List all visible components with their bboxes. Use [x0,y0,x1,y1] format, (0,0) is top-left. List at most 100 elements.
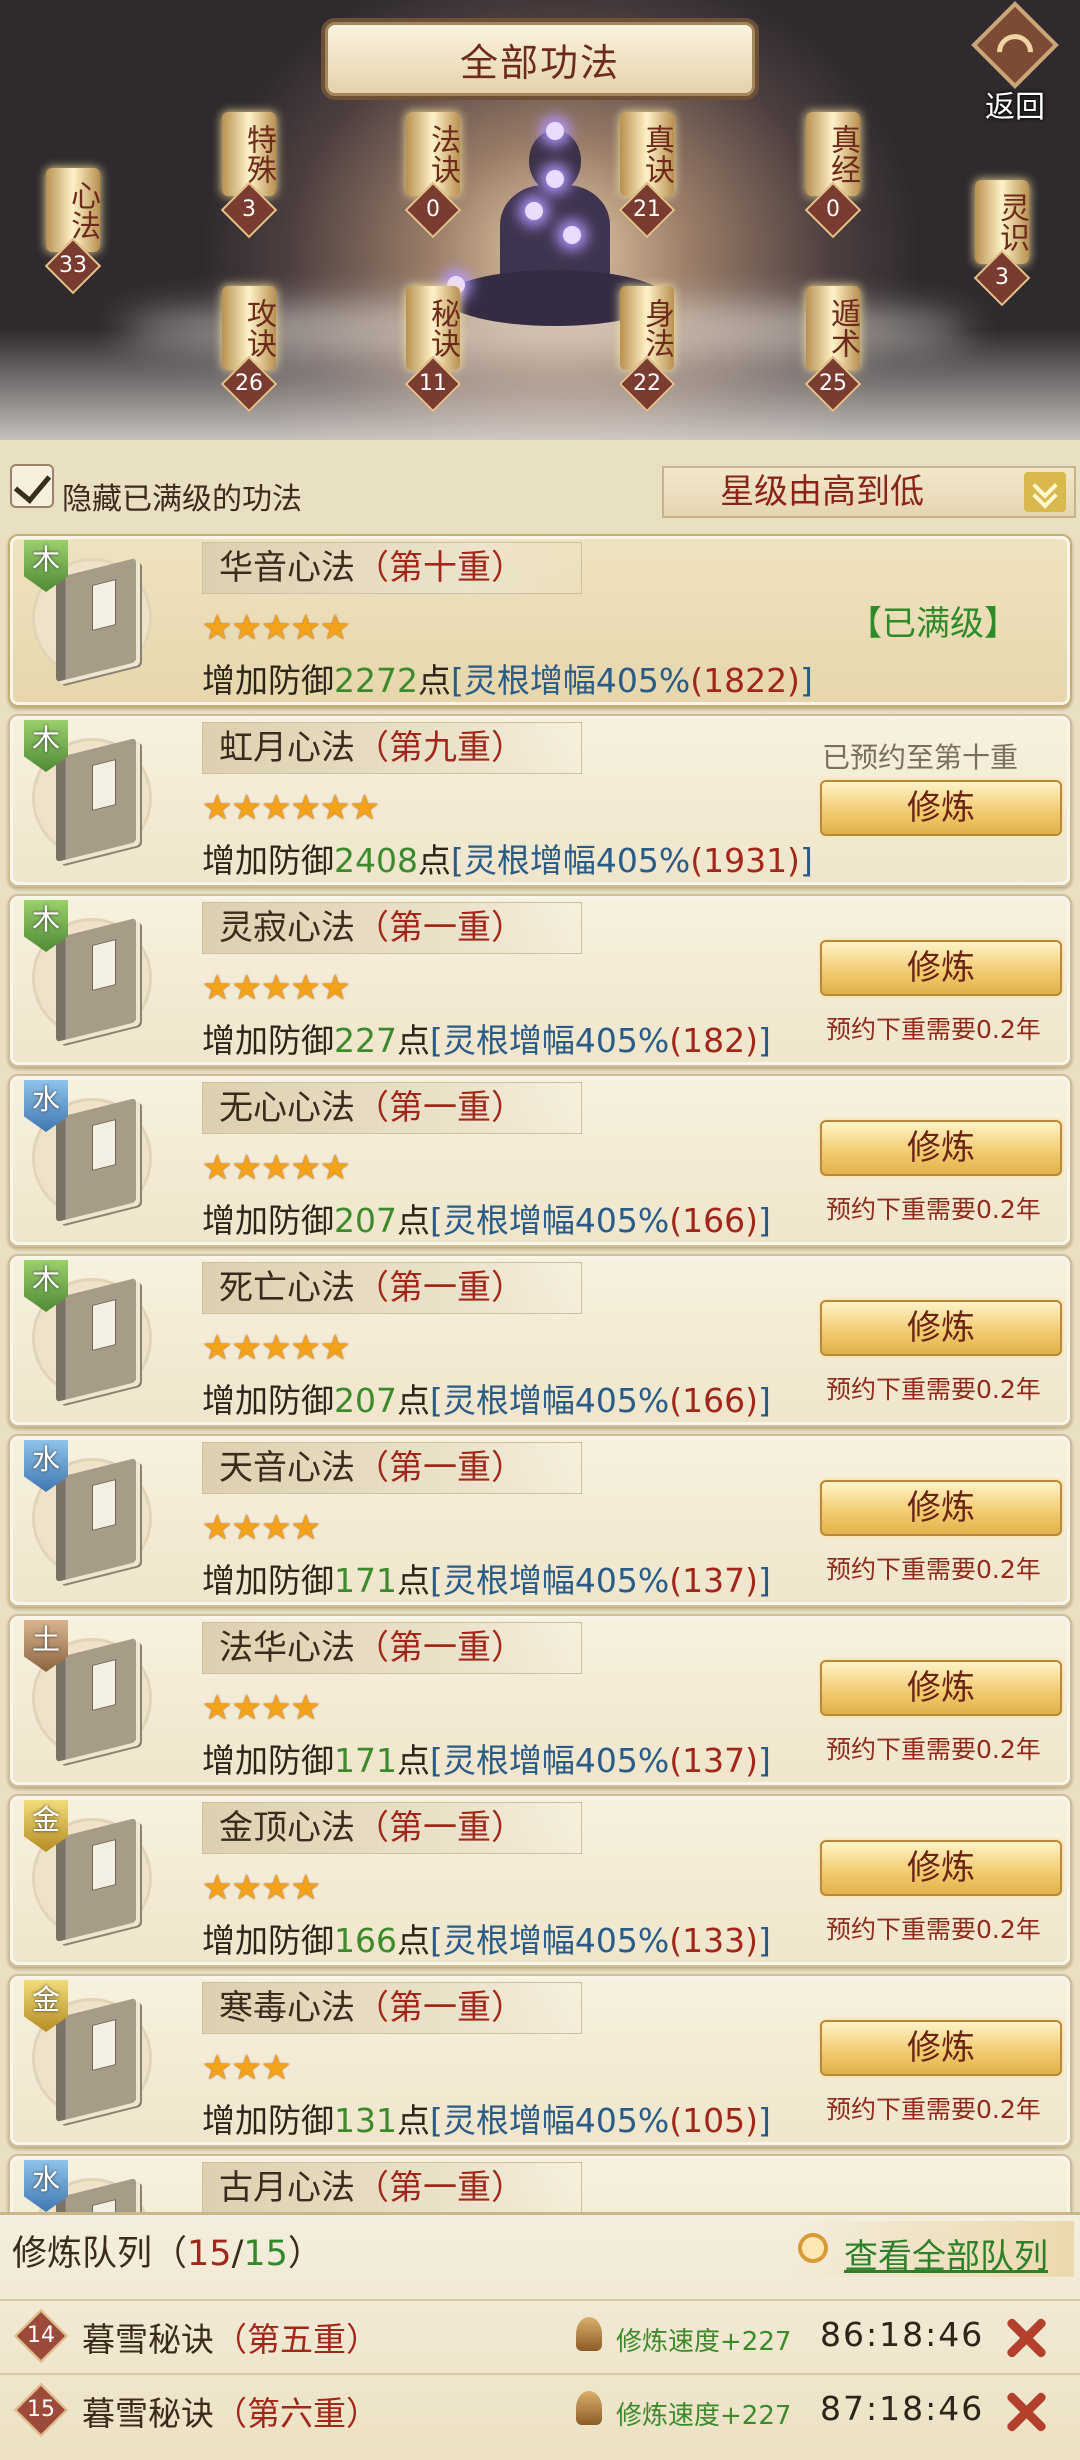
category-tab-mijue[interactable]: 秘诀 11 [404,286,462,413]
reserved-note: 已预约至第十重 [822,741,1019,774]
reserve-time-note: 预约下重需要0.2年 [826,1555,1041,1584]
category-tab-gongjue[interactable]: 攻诀 26 [220,286,278,413]
skill-card[interactable]: 木死亡心法（第一重） ★★★★★ 增加防御207点[灵根增幅405%(166)] 修炼… [8,1254,1072,1427]
category-tab-shenfa[interactable]: 身法 22 [618,286,676,413]
star-icon: ★ [260,2048,292,2088]
reserve-time-note: 预约下重需要0.2年 [826,1195,1041,1224]
train-button[interactable]: 修炼 [820,2020,1062,2076]
star-icon: ★ [290,1328,321,1368]
star-icon: ★ [231,1688,262,1728]
queue-item-speed: 修炼速度+227 [616,2327,792,2357]
star-icon: ★ [290,1688,321,1728]
train-button[interactable]: 修炼 [820,1660,1062,1716]
category-tab-dunshu[interactable]: 遁术 25 [804,286,862,413]
star-rating: ★★★★★ [202,1328,351,1368]
star-icon: ★ [290,1148,321,1188]
skill-effect: 增加防御171点[灵根增幅405%(137)] [202,1561,771,1600]
skill-card[interactable]: 木灵寂心法（第一重） ★★★★★ 增加防御227点[灵根增幅405%(182)] 修炼… [8,894,1072,1067]
skill-card[interactable]: 水天音心法（第一重） ★★★★ 增加防御171点[灵根增幅405%(137)] 修炼预… [8,1434,1072,1607]
star-rating: ★★★★★ [202,608,351,648]
star-icon: ★ [202,1508,233,1548]
incense-icon [576,2317,602,2351]
skill-card[interactable]: 水无心心法（第一重） ★★★★★ 增加防御207点[灵根增幅405%(166)] 修炼… [8,1074,1072,1247]
hide-maxed-checkbox[interactable] [10,464,54,508]
page-title: 全部功法 [325,22,755,96]
star-rating: ★★★★★★ [202,788,380,828]
skill-name: 虹月心法（第九重） [202,722,582,774]
star-rating: ★★★★ [202,1868,321,1908]
queue-item-time: 87:18:46 [820,2389,985,2428]
queue-item: 14 暮雪秘诀（第五重） 修炼速度+227 86:18:46 [0,2299,1080,2369]
star-icon: ★ [202,1148,233,1188]
filter-bar: 隐藏已满级的功法 星级由高到低 [0,452,1080,534]
star-icon: ★ [260,1328,292,1368]
star-rating: ★★★ [202,2048,292,2088]
reserve-time-note: 预约下重需要0.2年 [826,1735,1041,1764]
star-rating: ★★★★★ [202,968,350,1008]
cancel-icon[interactable] [1000,2313,1050,2363]
star-rating: ★★★★ [202,1688,321,1728]
skill-list[interactable]: 木华音心法（第十重） ★★★★★ 增加防御2272点[灵根增幅405%(1822)]… [0,530,1080,2220]
back-icon [971,1,1059,89]
skill-card[interactable]: 木华音心法（第十重） ★★★★★ 增加防御2272点[灵根增幅405%(1822)]… [8,534,1072,707]
book-icon [56,1818,136,1942]
star-rating: ★★★★ [202,1508,321,1548]
star-icon: ★ [260,788,292,828]
skill-name: 天音心法（第一重） [202,1442,582,1494]
category-tab-lingshi[interactable]: 灵识 3 [973,180,1031,307]
category-tab-fajue[interactable]: 法诀 0 [404,112,462,239]
train-button[interactable]: 修炼 [820,1480,1062,1536]
star-icon: ★ [319,1328,351,1368]
star-icon: ★ [290,968,321,1008]
skill-effect: 增加防御2408点[灵根增幅405%(1931)] [202,841,813,880]
train-button[interactable]: 修炼 [820,940,1062,996]
book-icon [56,918,136,1042]
queue-item: 15 暮雪秘诀（第六重） 修炼速度+227 87:18:46 [0,2373,1080,2443]
skill-name: 法华心法（第一重） [202,1622,582,1674]
book-icon [56,1998,136,2122]
search-icon [798,2233,828,2263]
skill-card[interactable]: 水古月心法（第一重） [8,2154,1072,2220]
skill-card[interactable]: 土法华心法（第一重） ★★★★ 增加防御171点[灵根增幅405%(137)] 修炼预… [8,1614,1072,1787]
star-icon: ★ [260,608,292,648]
skill-card[interactable]: 木虹月心法（第九重） ★★★★★★ 增加防御2408点[灵根增幅405%(1931)… [8,714,1072,887]
book-icon [56,1098,136,1222]
skill-card[interactable]: 金寒毒心法（第一重） ★★★ 增加防御131点[灵根增幅405%(105)] 修炼 预约… [8,1974,1072,2147]
skill-name: 金顶心法（第一重） [202,1802,582,1854]
training-queue-panel: 修炼队列（15/15） 查看全部队列 14 暮雪秘诀（第五重） 修炼速度+227… [0,2212,1080,2460]
queue-item-time: 86:18:46 [820,2315,985,2354]
star-icon: ★ [202,1328,233,1368]
cancel-icon[interactable] [1000,2387,1050,2437]
skill-effect: 增加防御2272点[灵根增幅405%(1822)] [202,661,813,700]
view-all-queue-link[interactable]: 查看全部队列 [792,2221,1074,2277]
back-button[interactable]: 返回 [962,1,1068,125]
queue-position-badge: 15 [14,2383,68,2437]
category-tab-xinfa[interactable]: 心法 33 [44,168,102,295]
category-tab-zhenjing[interactable]: 真经 0 [804,112,862,239]
train-button[interactable]: 修炼 [820,780,1062,836]
train-button[interactable]: 修炼 [820,1300,1062,1356]
category-tab-teshu[interactable]: 特殊 3 [220,112,278,239]
book-icon [56,558,136,682]
star-icon: ★ [260,1868,292,1908]
star-icon: ★ [202,788,233,828]
skill-effect: 增加防御171点[灵根增幅405%(137)] [202,1741,771,1780]
star-icon: ★ [231,1148,262,1188]
star-icon: ★ [260,1148,292,1188]
star-icon: ★ [319,608,351,648]
star-icon: ★ [231,788,262,828]
reserve-time-note: 预约下重需要0.2年 [826,1375,1041,1404]
star-icon: ★ [260,1688,292,1728]
chevron-down-icon [1024,472,1066,512]
train-button[interactable]: 修炼 [820,1120,1062,1176]
skill-card[interactable]: 金金顶心法（第一重） ★★★★ 增加防御166点[灵根增幅405%(133)] 修炼预… [8,1794,1072,1967]
skill-effect: 增加防御131点[灵根增幅405%(105)] [202,2101,771,2140]
queue-item-name: 暮雪秘诀（第五重） [82,2320,379,2359]
train-button[interactable]: 修炼 [820,1840,1062,1896]
star-icon: ★ [202,2048,233,2088]
star-icon: ★ [202,968,233,1008]
sort-dropdown[interactable]: 星级由高到低 [662,466,1076,518]
star-icon: ★ [202,1868,233,1908]
category-tab-zhenjue[interactable]: 真诀 21 [618,112,676,239]
reserve-time-note: 预约下重需要0.2年 [826,2095,1041,2124]
